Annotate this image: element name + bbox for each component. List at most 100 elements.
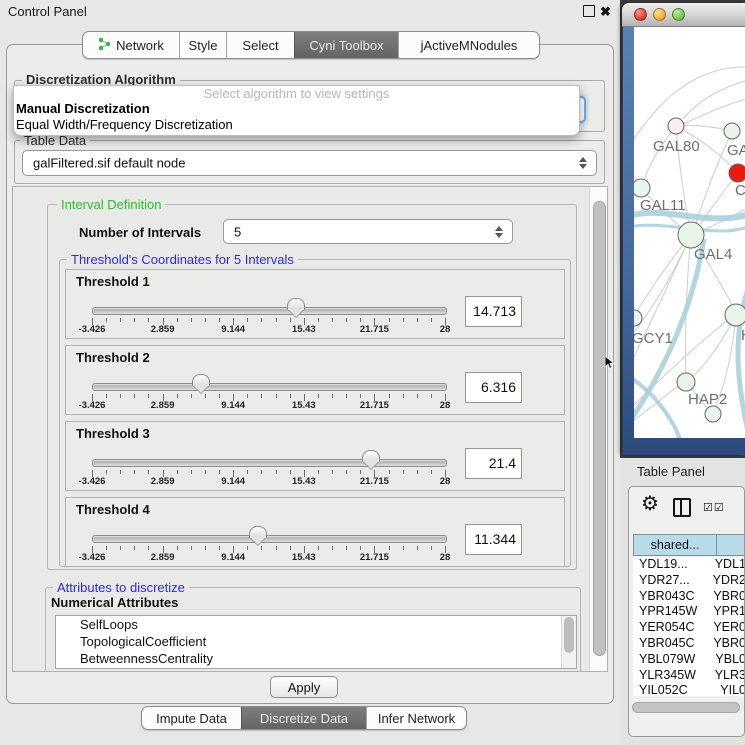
tick-mark — [177, 318, 178, 322]
tab-discretize-data[interactable]: Discretize Data — [241, 707, 366, 729]
tick-mark — [403, 318, 404, 322]
tab-impute-data[interactable]: Impute Data — [142, 707, 241, 729]
threshold-slider-track[interactable] — [92, 535, 447, 543]
table-row[interactable]: YBL079WYBL0 — [633, 652, 745, 668]
tick-mark — [191, 546, 192, 550]
threshold-value-field[interactable]: 6.316 — [465, 372, 522, 403]
tick-mark — [177, 546, 178, 550]
network-node-ga[interactable] — [724, 123, 740, 139]
network-node[interactable] — [705, 406, 721, 422]
table-row[interactable]: YDR27...YDR2 — [633, 573, 745, 589]
column-header-shared-name[interactable]: shared... — [633, 534, 717, 556]
threshold-slider-thumb[interactable] — [192, 374, 210, 386]
table-data-combobox[interactable]: galFiltered.sif default node — [22, 150, 597, 176]
cell-name: YER0 — [708, 620, 745, 636]
tab-label: jActiveMNodules — [421, 38, 518, 53]
network-node-label: H — [741, 327, 745, 344]
tick-label: 28 — [423, 552, 467, 563]
table-row[interactable]: YER054CYER0 — [633, 620, 745, 636]
tick-mark — [417, 318, 418, 322]
tab-select[interactable]: Select — [226, 32, 294, 58]
threshold-label: Threshold 4 — [76, 502, 150, 517]
table-row[interactable]: YBR045CYBR0 — [633, 636, 745, 652]
columns-icon[interactable] — [673, 498, 691, 517]
threshold-value-field[interactable]: 11.344 — [465, 524, 522, 555]
list-scrollbar[interactable] — [561, 616, 576, 668]
network-window-titlebar[interactable] — [622, 3, 745, 27]
tab-network[interactable]: Network — [83, 32, 179, 58]
threshold-slider-thumb[interactable] — [362, 450, 380, 462]
tick-mark — [148, 394, 149, 398]
column-header-name[interactable]: n — [717, 534, 745, 556]
close-traffic-light-icon[interactable] — [634, 8, 647, 21]
threshold-slider-thumb[interactable] — [287, 298, 305, 310]
threshold-slider-track[interactable] — [92, 459, 447, 467]
tick-mark — [431, 318, 432, 322]
network-edge — [684, 97, 745, 124]
panel-scrollbar[interactable] — [589, 187, 608, 672]
tick-label: -3.426 — [70, 400, 114, 411]
threshold-slider-track[interactable] — [92, 307, 447, 315]
table-hscrollbar[interactable] — [631, 701, 744, 714]
attribute-item-topologicalcoefficient[interactable]: TopologicalCoefficient — [56, 633, 576, 650]
gear-icon[interactable]: ⚙ — [641, 491, 659, 516]
threshold-value-field[interactable]: 14.713 — [465, 296, 522, 327]
close-panel-icon[interactable]: ✖ — [600, 4, 611, 20]
table-row[interactable]: YIL052CYIL0 — [633, 683, 745, 696]
table-row[interactable]: YBR043CYBR0 — [633, 589, 745, 605]
network-node-gal11[interactable] — [634, 179, 650, 197]
tick-mark — [205, 470, 206, 474]
select-columns-checkboxes-icon[interactable]: ☑☑ — [703, 501, 725, 514]
network-node-c[interactable] — [729, 164, 745, 182]
float-panel-icon[interactable] — [583, 5, 595, 17]
table-row[interactable]: YPR145WYPR1 — [633, 604, 745, 620]
numerical-attributes-list: SelfLoopsTopologicalCoefficientBetweenne… — [55, 615, 577, 669]
network-node-gal80[interactable] — [668, 118, 684, 134]
tab-style[interactable]: Style — [179, 32, 226, 58]
panel-scrollbar-thumb[interactable] — [593, 201, 606, 656]
tick-label: 28 — [423, 400, 467, 411]
dropdown-prompt: Select algorithm to view settings — [14, 86, 579, 101]
network-node-gal4[interactable] — [678, 222, 704, 248]
apply-button[interactable]: Apply — [270, 676, 338, 698]
list-scrollbar-thumb[interactable] — [564, 617, 574, 653]
attribute-item-selfloops[interactable]: SelfLoops — [56, 616, 576, 633]
minimize-traffic-light-icon[interactable] — [653, 8, 666, 21]
tick-mark — [148, 546, 149, 550]
num-intervals-combobox[interactable]: 5 — [223, 219, 513, 244]
table-hscrollbar-thumb[interactable] — [632, 702, 740, 713]
tab-jactivemnodules[interactable]: jActiveMNodules — [398, 32, 539, 58]
tab-cyni-toolbox[interactable]: Cyni Toolbox — [294, 32, 398, 58]
tick-label: 21.715 — [352, 552, 396, 563]
tick-label: 15.43 — [282, 552, 326, 563]
tick-mark — [360, 318, 361, 322]
network-canvas[interactable]: GAL80GACGAL11GAL4GCY1HHAP2 — [634, 27, 745, 438]
num-intervals-value: 5 — [234, 224, 241, 239]
network-node-h[interactable] — [725, 304, 745, 326]
tick-mark — [261, 394, 262, 398]
dropdown-option-manual-discretization[interactable]: Manual Discretization — [14, 101, 579, 117]
table-row[interactable]: YLR345WYLR3 — [633, 668, 745, 684]
tab-infer-network[interactable]: Infer Network — [366, 707, 466, 729]
tick-mark — [431, 546, 432, 550]
attributes-group-title: Attributes to discretize — [53, 580, 189, 595]
tick-mark — [346, 546, 347, 550]
tick-mark — [106, 318, 107, 322]
tick-label: 15.43 — [282, 400, 326, 411]
tab-label: Style — [189, 38, 218, 53]
tick-mark — [431, 470, 432, 474]
threshold-value-field[interactable]: 21.4 — [465, 448, 522, 479]
threshold-panel-threshold-2: Threshold 2-3.4262.8599.14415.4321.71528… — [65, 345, 565, 415]
network-node-label: GAL4 — [694, 246, 732, 263]
threshold-slider-thumb[interactable] — [249, 526, 267, 538]
cell-shared-name: YBR043C — [633, 589, 708, 605]
table-row[interactable]: YDL19...YDL1 — [633, 557, 745, 573]
network-node-hap2[interactable] — [677, 373, 695, 391]
table-panel-window: ⚙ ☑☑ shared... n YDL19...YDL1YDR27...YDR… — [628, 486, 745, 737]
threshold-slider-track[interactable] — [92, 383, 447, 391]
table-panel-title: Table Panel — [637, 464, 705, 479]
zoom-traffic-light-icon[interactable] — [672, 8, 685, 21]
attribute-item-betweennesscentrality[interactable]: BetweennessCentrality — [56, 650, 576, 667]
tick-label: 2.859 — [141, 476, 185, 487]
dropdown-option-equal-width-frequency-discretization[interactable]: Equal Width/Frequency Discretization — [14, 117, 579, 133]
